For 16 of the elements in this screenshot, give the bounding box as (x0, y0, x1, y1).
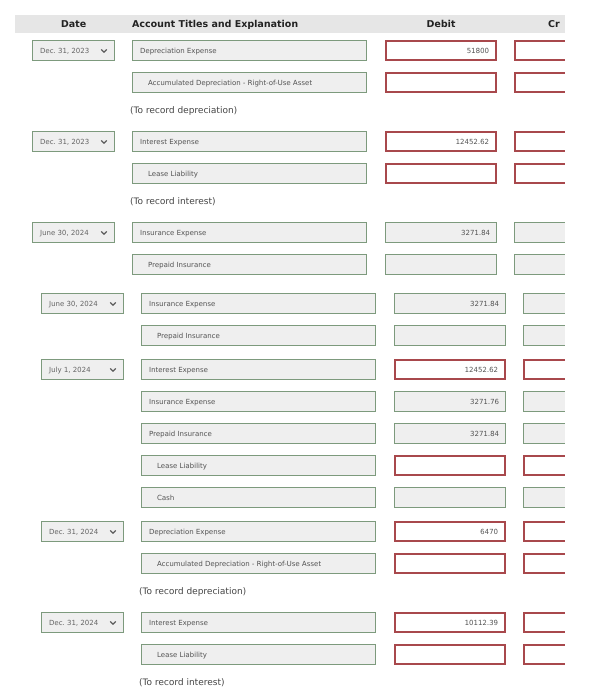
debit-field[interactable] (394, 455, 506, 476)
debit-field[interactable] (394, 553, 506, 574)
account-heading: Account Titles and Explanation (132, 18, 300, 30)
entry-note: (To record interest) (130, 197, 216, 207)
debit-field[interactable] (394, 325, 506, 346)
entry-note: (To record depreciation) (130, 106, 238, 116)
debit-field[interactable] (385, 163, 497, 184)
date-heading: Date (60, 18, 88, 30)
debit-field[interactable] (385, 254, 497, 275)
debit-field[interactable] (385, 72, 497, 93)
debit-field[interactable] (394, 487, 506, 508)
debit-field[interactable] (394, 644, 506, 665)
entry-note: (To record interest) (139, 678, 224, 688)
entry-note: (To record depreciation) (139, 587, 246, 597)
credit-heading: Cr (547, 18, 561, 30)
debit-heading: Debit (426, 18, 456, 30)
